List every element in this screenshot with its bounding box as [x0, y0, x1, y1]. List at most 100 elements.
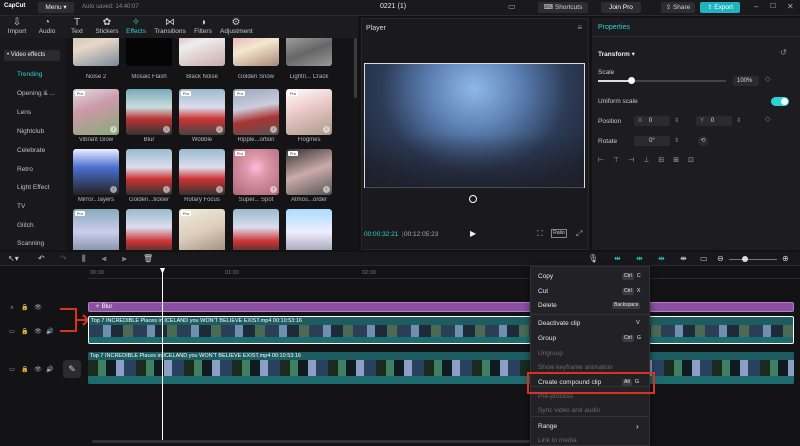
effect-thumb[interactable]: Pro ↓: [73, 89, 119, 135]
track-icon[interactable]: ▭: [8, 328, 16, 336]
tool-effects[interactable]: ✧ Effects: [123, 17, 149, 35]
track-icon[interactable]: ▭: [8, 366, 16, 374]
layout-icon[interactable]: ▭: [508, 2, 516, 11]
effect-thumb[interactable]: Pro ↓: [286, 149, 332, 195]
lock-icon[interactable]: 🔒: [21, 366, 29, 374]
split-right-icon[interactable]: ⫸: [122, 254, 127, 264]
effect-thumb[interactable]: Pro ↓: [233, 149, 279, 195]
zoom-out-icon[interactable]: ⊖: [717, 254, 724, 263]
download-icon[interactable]: ↓: [163, 126, 170, 133]
effect-thumb[interactable]: Pro ↓: [286, 89, 332, 135]
menu-pre-process[interactable]: Pre-process: [538, 393, 573, 400]
menu-ungroup[interactable]: Ungroup: [538, 350, 563, 357]
download-icon[interactable]: ↓: [163, 186, 170, 193]
redo-icon[interactable]: ↷: [60, 254, 67, 263]
tool-audio[interactable]: ◔ Audio: [34, 17, 60, 35]
scale-value[interactable]: 100%: [733, 76, 759, 86]
menu-range[interactable]: Range: [538, 423, 557, 430]
download-icon[interactable]: ↓: [270, 126, 277, 133]
select-icon[interactable]: ↖▾: [8, 254, 19, 263]
effect-thumb[interactable]: Pro: [73, 209, 119, 250]
download-icon[interactable]: ↓: [270, 186, 277, 193]
position-y-field[interactable]: Y 0: [696, 116, 732, 126]
sidebar-item-tv[interactable]: TV: [17, 203, 25, 210]
stepper-icon[interactable]: ⇕: [674, 137, 679, 144]
effect-thumb[interactable]: Pro ↓: [179, 89, 225, 135]
sidebar-item-retro[interactable]: Retro: [17, 166, 33, 173]
download-icon[interactable]: ↓: [110, 186, 117, 193]
magnet-icon[interactable]: ⇹: [636, 254, 643, 263]
microphone-icon[interactable]: 🎙: [588, 254, 598, 263]
link-icon[interactable]: ⇹: [658, 254, 665, 263]
shortcuts-button[interactable]: ⌨ Shortcuts: [538, 2, 588, 13]
minimize-icon[interactable]: –: [754, 2, 758, 11]
tool-text[interactable]: T Text: [64, 17, 90, 35]
menu-create-compound-clip[interactable]: Create compound clip: [538, 379, 601, 386]
reset-icon[interactable]: ↺: [780, 48, 787, 57]
fullscreen-icon[interactable]: ⤢: [576, 229, 582, 239]
effect-thumb[interactable]: Pro: [179, 209, 225, 250]
undo-icon[interactable]: ↶: [38, 254, 45, 263]
search-icon[interactable]: ⌕: [8, 304, 16, 312]
tool-stickers[interactable]: ✿ Stickers: [94, 17, 120, 35]
preview-axis-icon[interactable]: ⇼: [680, 254, 687, 263]
align-buttons[interactable]: ⊢⊤⊣⊥⊟⊞⊡: [598, 156, 748, 166]
effect-thumb[interactable]: [126, 209, 172, 250]
audio-icon[interactable]: 🔊: [46, 366, 54, 374]
effect-clip[interactable]: ✧ Blur: [88, 302, 794, 312]
video-clip[interactable]: Top 7 INCREDIBLE Places in ICELAND you W…: [88, 316, 794, 344]
rotate-handle-icon[interactable]: [469, 195, 477, 203]
export-button[interactable]: ⇧ Export: [700, 2, 740, 13]
effect-thumb[interactable]: [286, 209, 332, 250]
transform-section[interactable]: Transform ▾: [598, 50, 635, 58]
close-icon[interactable]: ✕: [787, 2, 794, 11]
ratio-button[interactable]: Ratio: [551, 229, 567, 238]
effect-thumb[interactable]: [73, 38, 119, 66]
effect-thumb[interactable]: [126, 38, 172, 66]
player-menu-icon[interactable]: ≡: [577, 23, 582, 32]
tool-transitions[interactable]: ⋈ Transitions: [154, 17, 186, 35]
effect-thumb[interactable]: [233, 209, 279, 250]
audio-icon[interactable]: 🔊: [46, 328, 54, 336]
sidebar-item-opening[interactable]: Opening & ...: [17, 90, 55, 97]
share-button[interactable]: ⇪ Share: [661, 2, 695, 13]
sidebar-item-light-effect[interactable]: Light Effect: [17, 184, 49, 191]
menu-deactivate-clip[interactable]: Deactivate clip: [538, 320, 580, 327]
menu-show-keyframe[interactable]: Show keyframe animation: [538, 364, 613, 371]
maximize-icon[interactable]: ☐: [770, 2, 776, 10]
tool-adjustment[interactable]: ⚙ Adjustment: [220, 17, 253, 35]
tool-filters[interactable]: ◑ Filters: [190, 17, 216, 35]
zoom-in-icon[interactable]: ⊕: [782, 254, 789, 263]
tool-import[interactable]: ⇩ Import: [4, 17, 30, 35]
sidebar-item-glitch[interactable]: Glitch: [17, 222, 34, 229]
keyframe-icon[interactable]: ◇: [765, 115, 770, 123]
rotate-dial-icon[interactable]: ⟲: [698, 136, 708, 146]
menu-delete[interactable]: Delete: [538, 302, 557, 309]
effect-thumb[interactable]: ↓: [73, 149, 119, 195]
cover-edit-icon[interactable]: ✎: [63, 360, 81, 378]
stepper-icon[interactable]: ⇕: [674, 117, 679, 124]
zoom-handle[interactable]: [742, 256, 748, 262]
download-icon[interactable]: ↓: [216, 126, 223, 133]
video-preview[interactable]: [364, 63, 585, 189]
sidebar-item-trending[interactable]: Trending: [17, 71, 42, 78]
stepper-icon[interactable]: ⇕: [736, 117, 741, 124]
zoom-slider[interactable]: [729, 259, 777, 260]
caption-icon[interactable]: ▭: [700, 254, 708, 263]
split-icon[interactable]: ⫼: [82, 254, 86, 264]
eye-icon[interactable]: 👁: [34, 328, 42, 336]
video-clip[interactable]: Top 7 INCREDIBLE Places in ICELAND you W…: [88, 352, 794, 384]
menu-link-to-media[interactable]: Link to media: [538, 437, 577, 444]
effect-thumb[interactable]: Pro ↓: [233, 89, 279, 135]
eye-icon[interactable]: 👁: [34, 304, 42, 312]
eye-icon[interactable]: 👁: [34, 366, 42, 374]
playhead[interactable]: [162, 272, 163, 440]
sidebar-item-nightclub[interactable]: Nightclub: [17, 128, 44, 135]
menu-group[interactable]: Group: [538, 335, 556, 342]
lock-icon[interactable]: 🔒: [21, 304, 29, 312]
effect-thumb[interactable]: ↓: [126, 89, 172, 135]
menu-button[interactable]: Menu ▾: [38, 2, 74, 13]
menu-copy[interactable]: Copy: [538, 273, 553, 280]
effect-thumb[interactable]: [286, 38, 332, 66]
sidebar-item-celebrate[interactable]: Celebrate: [17, 147, 45, 154]
